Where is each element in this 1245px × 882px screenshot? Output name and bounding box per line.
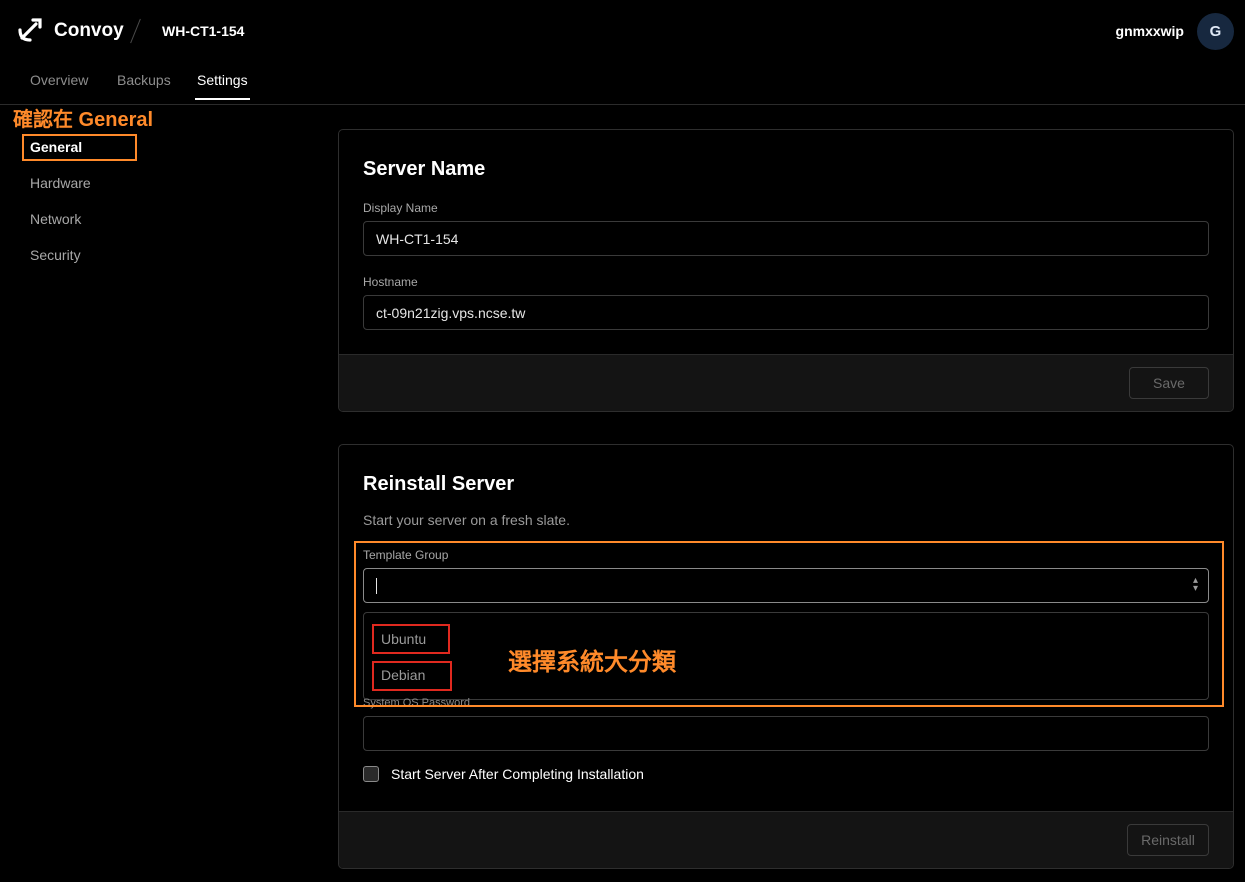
general-annotation: 確認在 General xyxy=(13,109,154,131)
start-after-checkbox[interactable] xyxy=(363,766,379,782)
sidebar-item-general[interactable]: General xyxy=(30,139,82,155)
breadcrumb-separator xyxy=(130,18,141,44)
sidebar-item-hardware[interactable]: Hardware xyxy=(30,175,91,191)
display-name-label: Display Name xyxy=(363,201,438,215)
top-bar: Convoy WH-CT1-154 gnmxxwip G xyxy=(0,0,1245,62)
hostname-label: Hostname xyxy=(363,275,418,289)
username[interactable]: gnmxxwip xyxy=(1116,23,1184,39)
reinstall-button[interactable]: Reinstall xyxy=(1127,824,1209,856)
reinstall-server-title: Reinstall Server xyxy=(363,473,515,495)
start-after-label[interactable]: Start Server After Completing Installati… xyxy=(391,766,644,782)
sidebar-item-security[interactable]: Security xyxy=(30,247,81,263)
os-password-input[interactable] xyxy=(363,716,1209,751)
reinstall-footer: Reinstall xyxy=(339,811,1233,868)
avatar[interactable]: G xyxy=(1197,13,1234,50)
save-button[interactable]: Save xyxy=(1129,367,1209,399)
reinstall-description: Start your server on a fresh slate. xyxy=(363,512,570,528)
breadcrumb-server-name[interactable]: WH-CT1-154 xyxy=(162,23,244,39)
tab-bar: Overview Backups Settings xyxy=(0,62,1245,105)
display-name-input[interactable]: WH-CT1-154 xyxy=(363,221,1209,256)
template-group-annotation: 選擇系統大分類 xyxy=(508,649,676,676)
sidebar-item-network[interactable]: Network xyxy=(30,211,81,227)
hostname-input[interactable]: ct-09n21zig.vps.ncse.tw xyxy=(363,295,1209,330)
anchor-logo-icon[interactable] xyxy=(16,16,44,44)
server-name-card: Server Name Display Name WH-CT1-154 Host… xyxy=(338,129,1234,412)
template-group-highlight-box xyxy=(354,541,1224,707)
tab-settings[interactable]: Settings xyxy=(195,72,250,100)
server-name-footer: Save xyxy=(339,354,1233,411)
tab-backups[interactable]: Backups xyxy=(117,72,171,100)
tab-overview[interactable]: Overview xyxy=(30,72,88,100)
server-name-title: Server Name xyxy=(363,158,486,180)
brand-name[interactable]: Convoy xyxy=(54,20,124,42)
